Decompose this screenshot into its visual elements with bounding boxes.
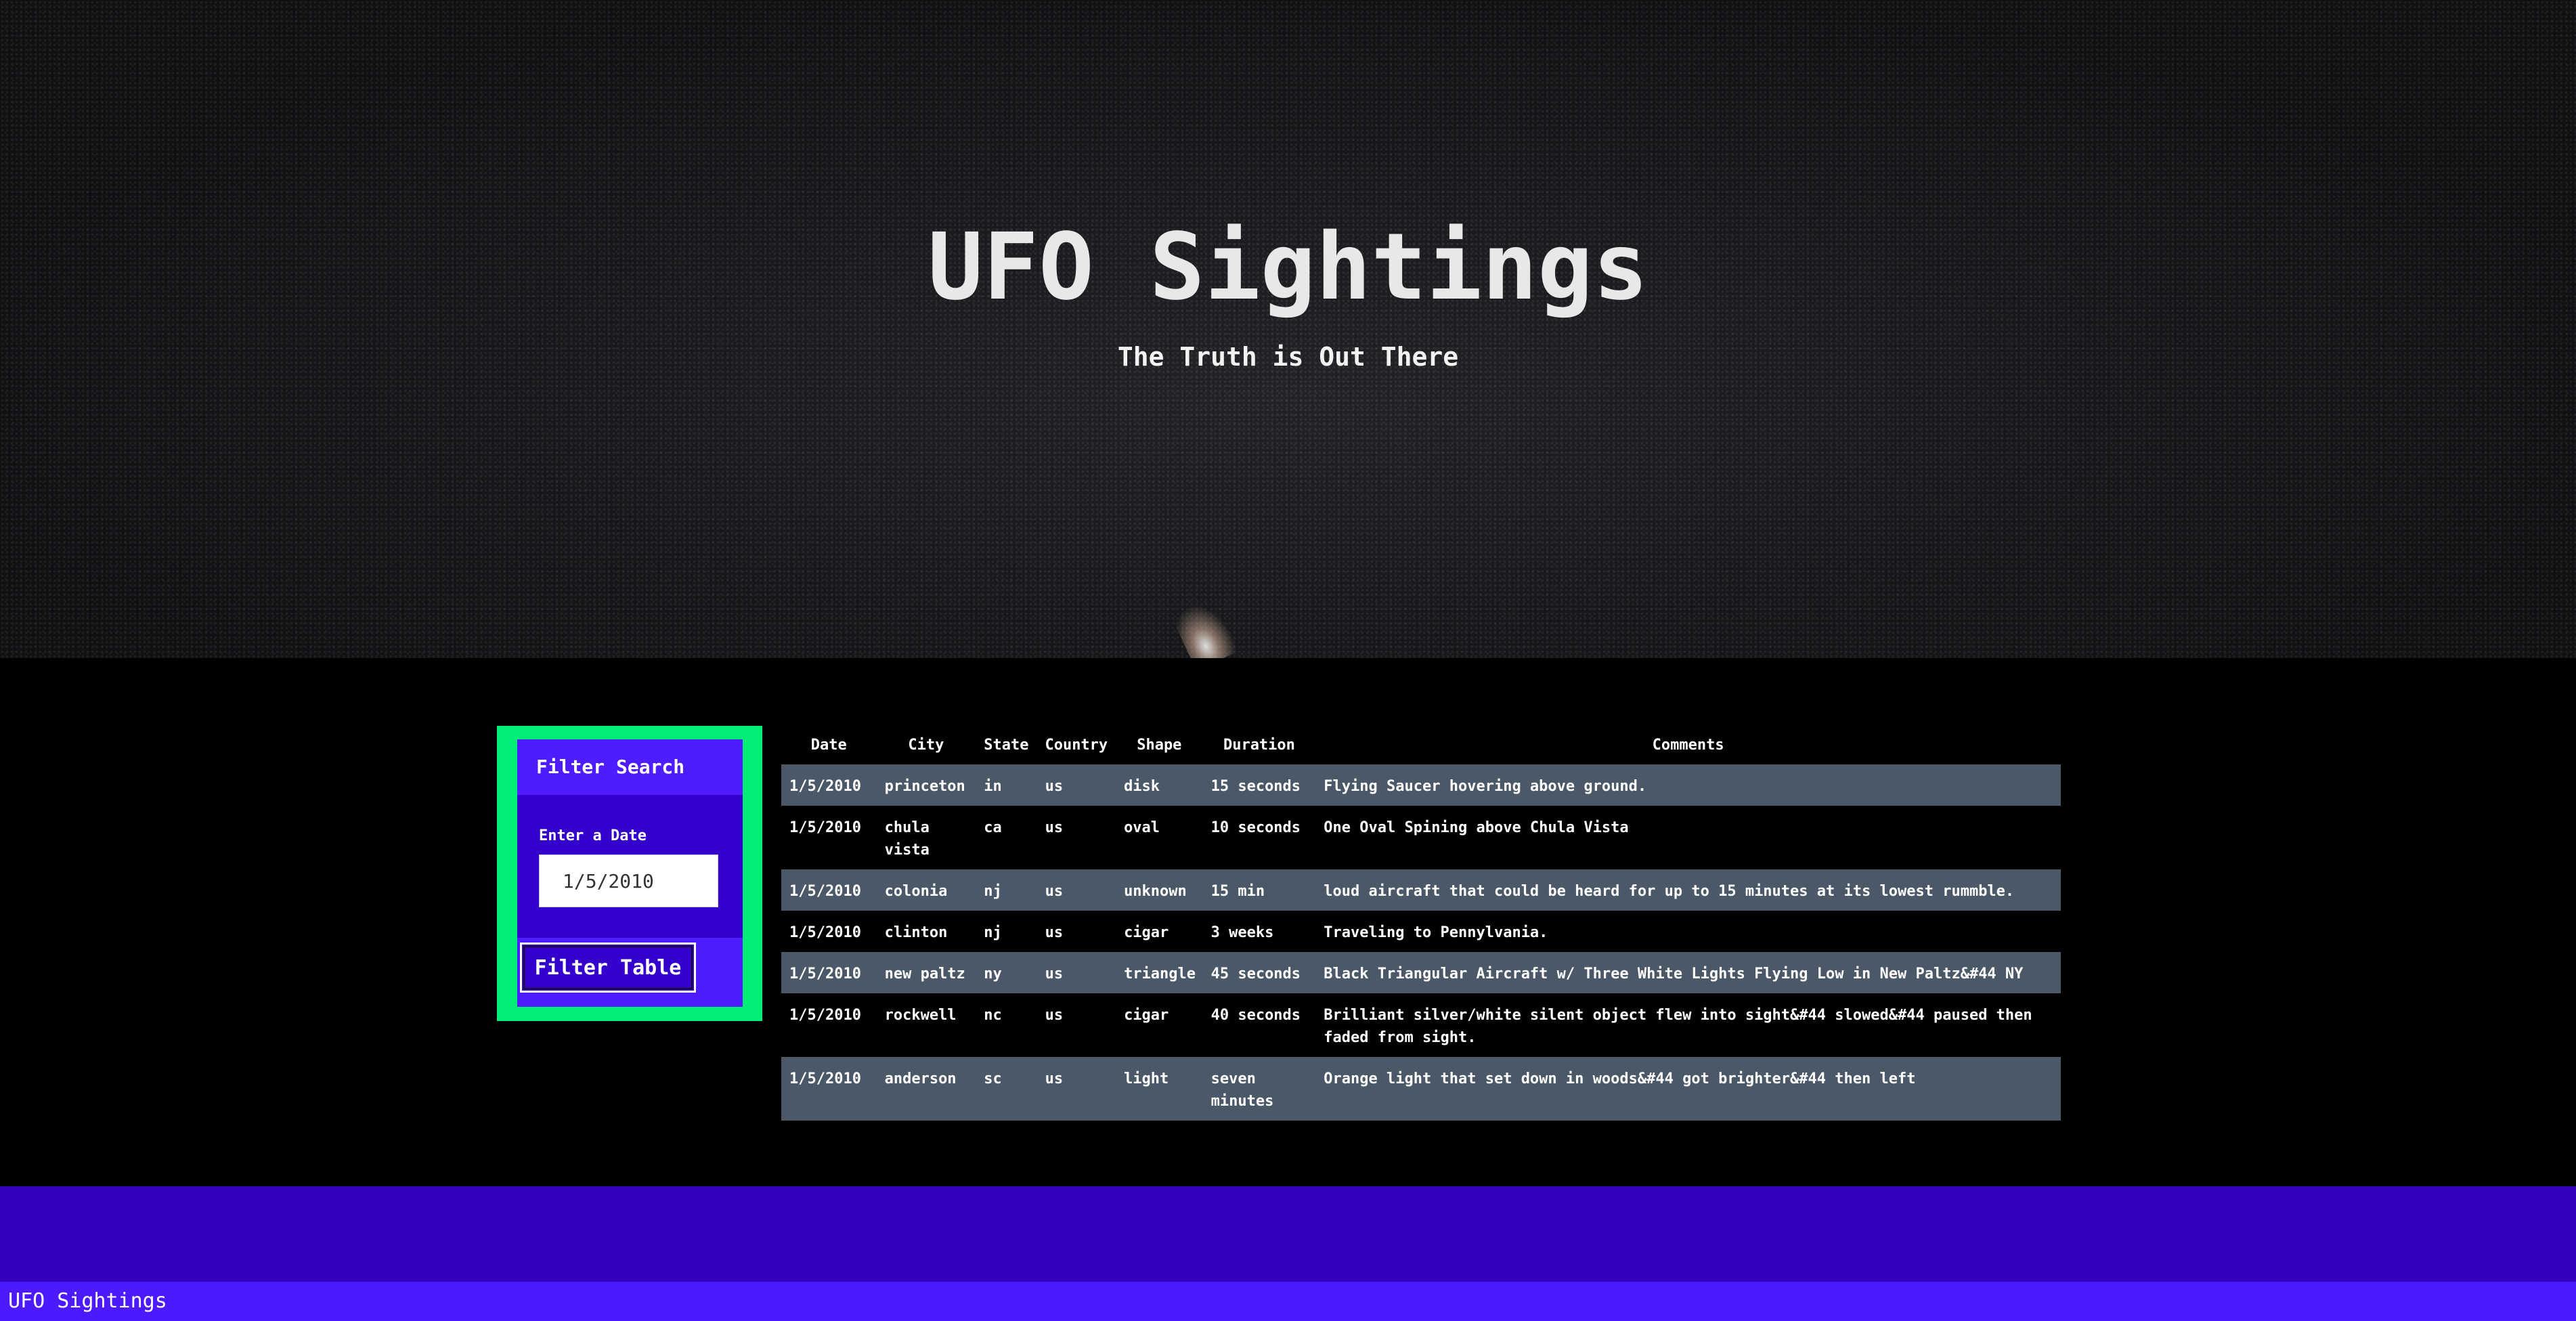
cell-country: us bbox=[1045, 819, 1064, 836]
filter-table-button[interactable]: Filter Table bbox=[520, 943, 696, 993]
column-header-country: Country bbox=[1045, 737, 1108, 754]
cell-state: ny bbox=[984, 966, 1002, 982]
cell-country: us bbox=[1045, 1007, 1064, 1024]
cell-country: us bbox=[1045, 924, 1064, 941]
table-row: 1/5/2010 princeton in us disk 15 seconds… bbox=[781, 764, 2061, 806]
ufo-light-glow bbox=[1171, 595, 1240, 658]
table-row: 1/5/2010 rockwell nc us cigar 40 seconds… bbox=[781, 993, 2061, 1057]
table-body: 1/5/2010 princeton in us disk 15 seconds… bbox=[781, 764, 2061, 1121]
cell-comments: Orange light that set down in woods&#44 … bbox=[1324, 1070, 1916, 1087]
table-row: 1/5/2010 new paltz ny us triangle 45 sec… bbox=[781, 952, 2061, 993]
cell-comments: Brilliant silver/white silent object fle… bbox=[1324, 1007, 2032, 1046]
table-row: 1/5/2010 clinton nj us cigar 3 weeks Tra… bbox=[781, 911, 2061, 952]
column-header-duration: Duration bbox=[1223, 737, 1295, 754]
cell-duration: 15 seconds bbox=[1210, 778, 1301, 795]
table-row: 1/5/2010 chula vista ca us oval 10 secon… bbox=[781, 806, 2061, 869]
cell-date: 1/5/2010 bbox=[789, 1007, 861, 1024]
cell-state: nj bbox=[984, 883, 1002, 900]
cell-city: rockwell bbox=[884, 1007, 957, 1024]
cell-shape: cigar bbox=[1124, 1007, 1169, 1024]
cell-duration: 45 seconds bbox=[1210, 966, 1301, 982]
column-header-shape: Shape bbox=[1137, 737, 1182, 754]
cell-duration: 40 seconds bbox=[1210, 1007, 1301, 1024]
cell-country: us bbox=[1045, 778, 1064, 795]
filter-panel-inner: Filter Search Enter a Date Filter Table bbox=[517, 739, 743, 1007]
cell-duration: 15 min bbox=[1210, 883, 1265, 900]
cell-country: us bbox=[1045, 883, 1064, 900]
column-header-city: City bbox=[908, 737, 944, 754]
cell-shape: cigar bbox=[1124, 924, 1169, 941]
cell-city: colonia bbox=[884, 883, 948, 900]
cell-state: in bbox=[984, 778, 1002, 795]
table-header-row: Date City State Country Shape Duration C… bbox=[781, 726, 2061, 764]
cell-country: us bbox=[1045, 966, 1064, 982]
cell-comments: Traveling to Pennylvania. bbox=[1324, 924, 1548, 941]
cell-date: 1/5/2010 bbox=[789, 778, 861, 795]
sightings-table: Date City State Country Shape Duration C… bbox=[781, 726, 2061, 1121]
sightings-table-container: Date City State Country Shape Duration C… bbox=[781, 726, 2061, 1121]
cell-shape: light bbox=[1124, 1070, 1169, 1087]
cell-shape: disk bbox=[1124, 778, 1160, 795]
cell-city: anderson bbox=[884, 1070, 957, 1087]
hero-banner: UFO Sightings The Truth is Out There bbox=[0, 0, 2576, 658]
column-header-date: Date bbox=[810, 737, 847, 754]
cell-duration: 10 seconds bbox=[1210, 819, 1301, 836]
cell-date: 1/5/2010 bbox=[789, 924, 861, 941]
cell-city: new paltz bbox=[884, 966, 965, 982]
table-row: 1/5/2010 anderson sc us light seven minu… bbox=[781, 1057, 2061, 1121]
cell-date: 1/5/2010 bbox=[789, 1070, 861, 1087]
table-row: 1/5/2010 colonia nj us unknown 15 min lo… bbox=[781, 869, 2061, 911]
cell-duration: seven minutes bbox=[1210, 1070, 1274, 1110]
cell-city: princeton bbox=[884, 778, 965, 795]
filter-panel-header: Filter Search bbox=[517, 739, 743, 795]
date-input[interactable] bbox=[539, 854, 718, 907]
column-header-comments: Comments bbox=[1652, 737, 1724, 754]
cell-state: nc bbox=[984, 1007, 1002, 1024]
filter-panel: Filter Search Enter a Date Filter Table bbox=[497, 726, 762, 1021]
cell-state: sc bbox=[984, 1070, 1002, 1087]
cell-shape: triangle bbox=[1124, 966, 1196, 982]
cell-comments: loud aircraft that could be heard for up… bbox=[1324, 883, 2015, 900]
cell-comments: Flying Saucer hovering above ground. bbox=[1324, 778, 1647, 795]
page-title: UFO Sightings bbox=[927, 214, 1649, 321]
cell-city: clinton bbox=[884, 924, 948, 941]
page-subtitle: The Truth is Out There bbox=[1117, 342, 1459, 372]
cell-state: ca bbox=[984, 819, 1002, 836]
footer-band bbox=[0, 1186, 2576, 1282]
cell-duration: 3 weeks bbox=[1210, 924, 1274, 941]
footer-bar: UFO Sightings bbox=[0, 1282, 2576, 1321]
cell-country: us bbox=[1045, 1070, 1064, 1087]
cell-comments: One Oval Spining above Chula Vista bbox=[1324, 819, 1629, 836]
cell-shape: oval bbox=[1124, 819, 1160, 836]
date-input-label: Enter a Date bbox=[539, 827, 647, 844]
cell-comments: Black Triangular Aircraft w/ Three White… bbox=[1324, 966, 2024, 982]
cell-state: nj bbox=[984, 924, 1002, 941]
cell-date: 1/5/2010 bbox=[789, 883, 861, 900]
cell-shape: unknown bbox=[1124, 883, 1187, 900]
cell-date: 1/5/2010 bbox=[789, 819, 861, 836]
cell-date: 1/5/2010 bbox=[789, 966, 861, 982]
cell-city: chula vista bbox=[884, 819, 930, 859]
table-header: Date City State Country Shape Duration C… bbox=[781, 726, 2061, 764]
column-header-state: State bbox=[984, 737, 1029, 754]
footer-title: UFO Sightings bbox=[8, 1289, 167, 1313]
